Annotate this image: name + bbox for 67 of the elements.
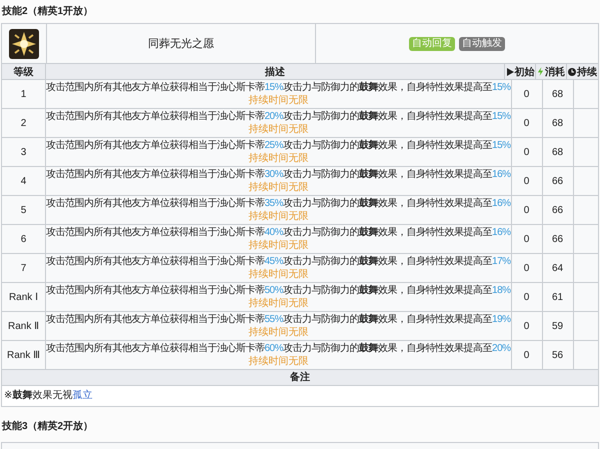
duration-note: 持续时间无限 xyxy=(248,94,308,107)
skill-description: 攻击范围内所有其他友方单位获得相当于浊心斯卡蒂15%攻击力与防御力的鼓舞效果，自身特性效果提高至15% xyxy=(46,81,511,94)
column-label: 消耗 xyxy=(545,66,565,78)
level-label: 6 xyxy=(20,234,26,244)
link[interactable]: 孤立 xyxy=(72,390,92,401)
section-heading: 技能2（精英1开放） xyxy=(0,4,94,19)
skill-description: 攻击范围内所有其他友方单位获得相当于浊心斯卡蒂35%攻击力与防御力的鼓舞效果，自身特性效果提高至16% xyxy=(46,197,511,210)
initial-sp: 0 xyxy=(524,320,530,332)
initial-sp: 0 xyxy=(524,234,530,244)
skill-description: 攻击范围内所有其他友方单位获得相当于浊心斯卡蒂30%攻击力与防御力的鼓舞效果，自身特性效果提高至16% xyxy=(46,168,511,181)
column-label: 持续 xyxy=(577,66,597,78)
sp-cost: 61 xyxy=(552,292,564,302)
level-label: 1 xyxy=(20,88,26,100)
skill-description: 攻击范围内所有其他友方单位获得相当于浊心斯卡蒂55%攻击力与防御力的鼓舞效果，自身特性效果提高至19% xyxy=(46,313,511,326)
level-label: Rank Ⅲ xyxy=(6,350,40,360)
sp-cost: 66 xyxy=(552,234,564,244)
initial-sp: 0 xyxy=(524,350,530,360)
duration-note: 持续时间无限 xyxy=(248,268,308,281)
sp-cost: 66 xyxy=(552,176,564,186)
skill-description: 攻击范围内所有其他友方单位获得相当于浊心斯卡蒂50%攻击力与防御力的鼓舞效果，自身特性效果提高至18% xyxy=(46,284,511,297)
level-label: Rank Ⅱ xyxy=(8,320,40,332)
duration-note: 持续时间无限 xyxy=(248,355,308,368)
initial-sp: 0 xyxy=(524,262,530,274)
level-label: 4 xyxy=(20,176,26,186)
remarks-title: 备注 xyxy=(290,372,310,383)
sp-cost: 68 xyxy=(552,118,564,128)
duration-note: 持续时间无限 xyxy=(248,123,308,136)
sp-cost: 66 xyxy=(552,204,564,216)
initial-sp: 0 xyxy=(524,88,530,100)
level-label: 3 xyxy=(20,146,26,158)
skill-name: 同葬无光之愿 xyxy=(148,36,214,51)
section-heading: 技能3（精英2开放） xyxy=(0,420,94,434)
initial-sp: 0 xyxy=(524,118,530,128)
duration-note: 持续时间无限 xyxy=(248,152,308,165)
skill-tag: 自动触发 xyxy=(459,36,505,50)
column-label: 描述 xyxy=(265,66,285,78)
level-label: 2 xyxy=(20,118,26,128)
sp-cost: 59 xyxy=(552,320,564,332)
level-label: 5 xyxy=(20,204,26,216)
duration-note: 持续时间无限 xyxy=(248,239,308,252)
remark-text: ※鼓舞效果无视孤立 xyxy=(4,390,92,401)
column-label: 初始 xyxy=(514,65,534,78)
level-label: Rank Ⅰ xyxy=(8,292,38,302)
lightning-icon xyxy=(537,67,544,76)
duration-note: 持续时间无限 xyxy=(248,326,308,339)
skill-description: 攻击范围内所有其他友方单位获得相当于浊心斯卡蒂25%攻击力与防御力的鼓舞效果，自身特性效果提高至15% xyxy=(46,139,511,152)
sp-cost: 68 xyxy=(552,88,564,100)
clock-icon xyxy=(568,68,576,76)
level-label: 7 xyxy=(20,262,26,274)
skill-description: 攻击范围内所有其他友方单位获得相当于浊心斯卡蒂20%攻击力与防御力的鼓舞效果，自身特性效果提高至15% xyxy=(46,110,511,123)
play-icon xyxy=(506,68,514,76)
column-label: 等级 xyxy=(14,66,34,78)
skill-tag: 自动回复 xyxy=(409,36,455,50)
initial-sp: 0 xyxy=(524,146,530,158)
skill-description: 攻击范围内所有其他友方单位获得相当于浊心斯卡蒂60%攻击力与防御力的鼓舞效果，自身特性效果提高至20% xyxy=(46,342,511,355)
duration-note: 持续时间无限 xyxy=(248,297,308,310)
duration-note: 持续时间无限 xyxy=(248,181,308,194)
initial-sp: 0 xyxy=(524,176,530,186)
skill-icon xyxy=(9,28,39,58)
sp-cost: 68 xyxy=(552,146,564,158)
initial-sp: 0 xyxy=(524,204,530,216)
duration-note: 持续时间无限 xyxy=(248,210,308,223)
sp-cost: 64 xyxy=(552,262,564,274)
initial-sp: 0 xyxy=(524,292,530,302)
skill-description: 攻击范围内所有其他友方单位获得相当于浊心斯卡蒂45%攻击力与防御力的鼓舞效果，自身特性效果提高至17% xyxy=(46,255,511,268)
skill-description: 攻击范围内所有其他友方单位获得相当于浊心斯卡蒂40%攻击力与防御力的鼓舞效果，自身特性效果提高至16% xyxy=(46,226,511,239)
sp-cost: 56 xyxy=(552,350,564,360)
